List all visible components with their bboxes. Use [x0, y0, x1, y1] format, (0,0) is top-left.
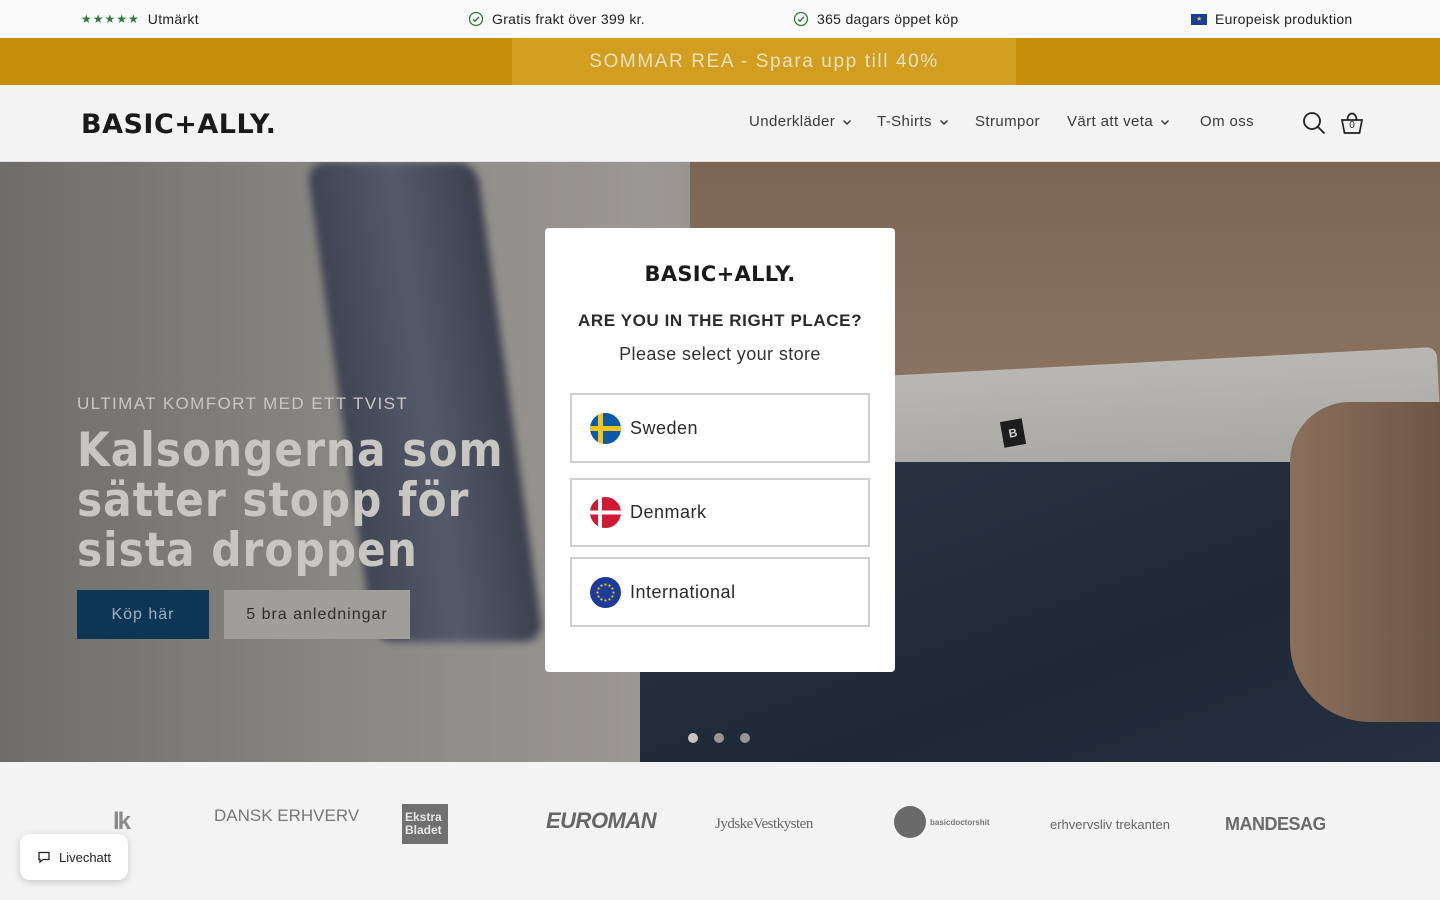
nav-worth-knowing[interactable]: Värt att veta	[1067, 113, 1171, 130]
brand-tag-icon: B	[999, 418, 1027, 448]
livechat-label: Livechatt	[58, 849, 112, 865]
nav-about[interactable]: Om oss	[1200, 113, 1254, 130]
hero-title: Kalsongerna som sätter stopp för sista d…	[77, 423, 504, 578]
cart-count: 0	[1349, 120, 1355, 131]
store-option-denmark[interactable]: Denmark	[570, 478, 870, 547]
usp-shipping: Gratis frakt över 399 kr.	[468, 11, 645, 27]
hero-image-hand	[1290, 402, 1440, 722]
shop-now-button[interactable]: Köp här	[77, 590, 209, 639]
nav-socks-label: Strumpor	[975, 113, 1040, 130]
slide-dot-2[interactable]	[714, 733, 724, 743]
chevron-down-icon	[939, 119, 948, 125]
store-label: International	[630, 581, 736, 602]
press-logos: lk DANSK ERHVERV Ekstra Bladet EUROMAN J…	[0, 762, 1440, 900]
modal-title: ARE YOU IN THE RIGHT PLACE?	[577, 311, 863, 330]
chat-bubble-icon	[38, 851, 50, 864]
sweden-flag-icon	[590, 412, 621, 444]
store-selector-modal: BASIC+ALLY. ARE YOU IN THE RIGHT PLACE? …	[545, 228, 895, 672]
slide-dot-3[interactable]	[740, 733, 750, 743]
nav-tshirts-label: T-Shirts	[877, 113, 932, 130]
press-logo-lk: lk	[113, 808, 131, 835]
five-reasons-button[interactable]: 5 bra anledningar	[224, 590, 410, 639]
slide-dot-1[interactable]	[688, 733, 698, 743]
promo-highlight: SOMMAR REA - Spara upp till 40%	[512, 38, 1016, 85]
usp-returns: 365 dagars öppet köp	[793, 11, 958, 27]
usp-shipping-label: Gratis frakt över 399 kr.	[492, 11, 645, 27]
eu-flag-icon	[1191, 13, 1207, 25]
press-logo-ekstra-bladet: Ekstra Bladet	[402, 804, 448, 844]
store-label: Sweden	[630, 417, 699, 438]
nav-underwear-label: Underkläder	[749, 113, 836, 130]
store-option-international[interactable]: International	[570, 557, 870, 627]
usp-production-label: Europeisk produktion	[1215, 11, 1353, 27]
site-logo[interactable]: BASIC+ALLY.	[81, 109, 276, 140]
modal-logo: BASIC+ALLY.	[644, 262, 796, 286]
nav-tshirts[interactable]: T-Shirts	[877, 113, 950, 130]
livechat-button[interactable]: Livechatt	[20, 834, 128, 880]
press-logo-mandesager: MANDESAG	[1225, 814, 1325, 834]
promo-text: SOMMAR REA - Spara upp till 40%	[589, 50, 939, 72]
usp-returns-label: 365 dagars öppet köp	[817, 11, 959, 27]
press-logo-basicdoctorshit: basicdoctorshit	[894, 806, 990, 838]
press-logo-dansk-erhverv: DANSK ERHVERV	[214, 806, 360, 825]
cart-button[interactable]: 0	[1338, 109, 1366, 137]
star-rating-icon: ★★★★★	[81, 12, 140, 26]
store-option-sweden[interactable]: Sweden	[570, 393, 870, 463]
usp-bar: ★★★★★ Utmärkt Gratis frakt över 399 kr. …	[0, 0, 1440, 38]
podcast-circle-icon	[894, 806, 926, 838]
nav-socks[interactable]: Strumpor	[975, 113, 1040, 130]
press-logo-erhvervsliv-trekanten: erhvervsliv trekanten	[1050, 817, 1170, 832]
hero-subtitle: ULTIMAT KOMFORT MED ETT TVIST	[77, 394, 409, 413]
check-badge-icon	[793, 11, 809, 27]
modal-subtitle: Please select your store	[619, 344, 821, 364]
usp-rating: ★★★★★ Utmärkt	[81, 11, 199, 27]
chevron-down-icon	[1161, 119, 1170, 125]
promo-banner[interactable]: SOMMAR REA - Spara upp till 40%	[0, 38, 1440, 85]
check-badge-icon	[468, 11, 484, 27]
nav-underwear[interactable]: Underkläder	[749, 113, 853, 130]
site-header: BASIC+ALLY. Underkläder T-Shirts Strumpo…	[0, 85, 1440, 162]
denmark-flag-icon	[590, 497, 621, 528]
press-logo-euroman: EUROMAN	[546, 808, 657, 833]
slider-dots	[688, 733, 750, 743]
eu-flag-icon	[590, 576, 621, 608]
nav-about-label: Om oss	[1200, 113, 1255, 130]
store-label: Denmark	[630, 502, 707, 522]
search-icon[interactable]	[1300, 109, 1328, 137]
chevron-down-icon	[843, 119, 852, 125]
rating-label: Utmärkt	[147, 11, 199, 27]
usp-production: Europeisk produktion	[1191, 11, 1353, 27]
nav-worth-knowing-label: Värt att veta	[1067, 113, 1154, 130]
press-logo-jydskevestkysten: JydskeVestkysten	[715, 816, 813, 832]
